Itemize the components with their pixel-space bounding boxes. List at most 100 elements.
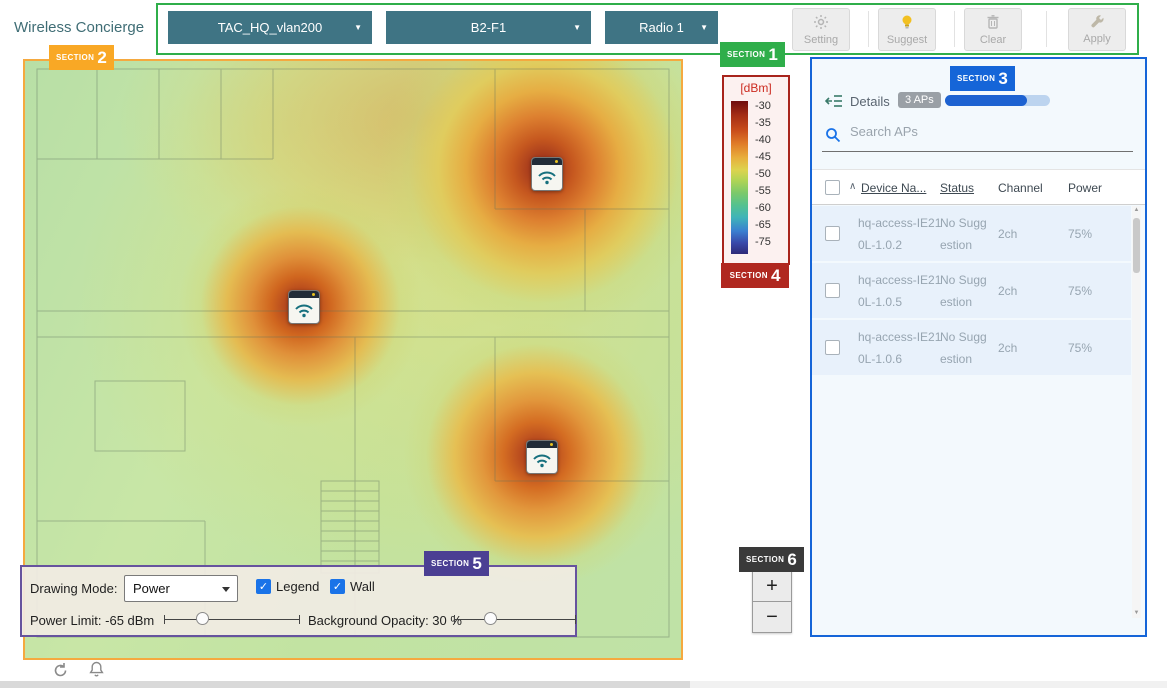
clear-button-label: Clear [980,34,1006,46]
slider-handle[interactable] [196,612,209,625]
section-tag-word: SECTION [730,271,768,280]
search-icon [825,127,841,148]
suggest-button[interactable]: Suggest [878,8,936,51]
floor-dropdown[interactable]: B2-F1 ▼ [386,11,591,44]
bell-icon[interactable] [89,661,104,683]
setting-button-label: Setting [804,34,838,46]
status-line: estion [940,234,998,256]
scroll-down-icon[interactable]: ▼ [1132,609,1141,618]
channel-cell: 2ch [998,337,1017,359]
scroll-up-icon[interactable]: ▲ [1132,206,1141,215]
legend-tick: -40 [755,132,771,149]
access-point-icon[interactable] [531,157,563,191]
legend-tick: -30 [755,98,771,115]
clear-button[interactable]: Clear [964,8,1022,51]
search-input[interactable] [848,123,1082,140]
column-header-channel[interactable]: Channel [998,181,1043,195]
slider-fill [945,95,1027,106]
details-panel: Details 3 APs ∧ Device Na... Status Chan… [810,57,1147,637]
zoom-out-button[interactable]: − [752,601,792,633]
row-checkbox[interactable] [825,226,840,241]
access-point-icon[interactable] [288,290,320,324]
column-header-device[interactable]: Device Na... [861,181,926,195]
column-header-status[interactable]: Status [940,181,974,195]
device-name-line: 0L-1.0.5 [858,291,946,313]
device-name-line: hq-access-IE21 [858,326,946,348]
chevron-down-icon [222,587,230,592]
suggest-button-label: Suggest [887,34,927,46]
zoom-in-button[interactable]: + [752,570,792,602]
wifi-icon [531,452,553,468]
scrollbar-thumb[interactable] [1133,218,1140,273]
column-header-power[interactable]: Power [1068,181,1102,195]
legend-tick: -35 [755,115,771,132]
power-cell: 75% [1068,280,1092,302]
wall-checkbox-label: Wall [350,579,375,594]
horizontal-scrollbar-thumb[interactable] [0,681,690,688]
ap-table-header: ∧ Device Na... Status Channel Power [812,169,1145,205]
section-tag-word: SECTION [56,53,94,62]
toolbar-divider [954,11,955,47]
wall-checkbox[interactable]: ✓ Wall [330,579,375,594]
table-row[interactable]: hq-access-IE21 0L-1.0.6 No Sugg estion 2… [812,320,1131,375]
chevron-down-icon: ▼ [354,11,362,44]
status-line: No Sugg [940,326,998,348]
apply-button[interactable]: Apply [1068,8,1126,51]
drawing-mode-label: Drawing Mode: [30,581,117,596]
details-scrollbar[interactable]: ▲ ▼ [1132,206,1141,618]
legend-tick: -60 [755,200,771,217]
section-tag-word: SECTION [727,50,765,59]
ap-led-strip [289,291,319,298]
section-tag-word: SECTION [431,559,469,568]
legend-checkbox[interactable]: ✓ Legend [256,579,319,594]
legend-title: [dBm] [724,81,788,95]
select-all-checkbox[interactable] [825,180,840,195]
section-tag-word: SECTION [746,555,784,564]
legend-tick: -50 [755,166,771,183]
background-opacity-slider[interactable] [454,610,576,628]
floor-dropdown-value: B2-F1 [471,20,506,35]
wrench-icon [1090,14,1105,32]
checkbox-check-icon: ✓ [330,579,345,594]
search-underline [822,151,1133,152]
slider-handle[interactable] [484,612,497,625]
drawing-mode-select[interactable]: Power [124,575,238,602]
status-line: No Sugg [940,269,998,291]
power-cell: 75% [1068,337,1092,359]
background-opacity-label: Background Opacity: 30 % [308,613,462,628]
radio-dropdown[interactable]: Radio 1 ▼ [605,11,718,44]
dbm-color-legend: [dBm] -30 -35 -40 -45 -50 -55 -60 -65 -7… [722,75,790,265]
device-name-cell: hq-access-IE21 0L-1.0.2 [858,212,946,256]
table-row[interactable]: hq-access-IE21 0L-1.0.5 No Sugg estion 2… [812,263,1131,318]
legend-tick: -55 [755,183,771,200]
toolbar-divider [868,11,869,47]
setting-button[interactable]: Setting [792,8,850,51]
access-point-icon[interactable] [526,440,558,474]
row-checkbox[interactable] [825,283,840,298]
wifi-icon [293,302,315,318]
slider-tick [454,615,455,624]
wireless-concierge-app: Wireless Concierge TAC_HQ_vlan200 ▼ B2-F… [0,0,1167,688]
legend-tick-labels: -30 -35 -40 -45 -50 -55 -60 -65 -75 [755,98,771,251]
power-limit-slider[interactable] [164,610,300,628]
row-checkbox[interactable] [825,340,840,355]
section-1-tag: SECTION1 [720,42,785,67]
ap-led-strip [527,441,557,448]
sort-ascending-icon[interactable]: ∧ [849,181,856,192]
page-title: Wireless Concierge [14,19,144,36]
network-dropdown[interactable]: TAC_HQ_vlan200 ▼ [168,11,372,44]
slider-tick [299,615,300,624]
power-cell: 75% [1068,223,1092,245]
section-tag-number: 5 [472,554,481,574]
horizontal-scrollbar[interactable] [0,681,1167,688]
slider-track[interactable] [454,619,576,620]
toolbar-divider [1046,11,1047,47]
chevron-down-icon: ▼ [573,11,581,44]
section-tag-number: 2 [97,48,106,68]
section-tag-number: 1 [768,45,777,65]
slider-track[interactable] [164,619,300,620]
table-row[interactable]: hq-access-IE21 0L-1.0.2 No Sugg estion 2… [812,206,1131,261]
ap-count-slider[interactable] [945,95,1050,106]
legend-tick: -75 [755,234,771,251]
collapse-panel-icon[interactable] [825,94,843,113]
